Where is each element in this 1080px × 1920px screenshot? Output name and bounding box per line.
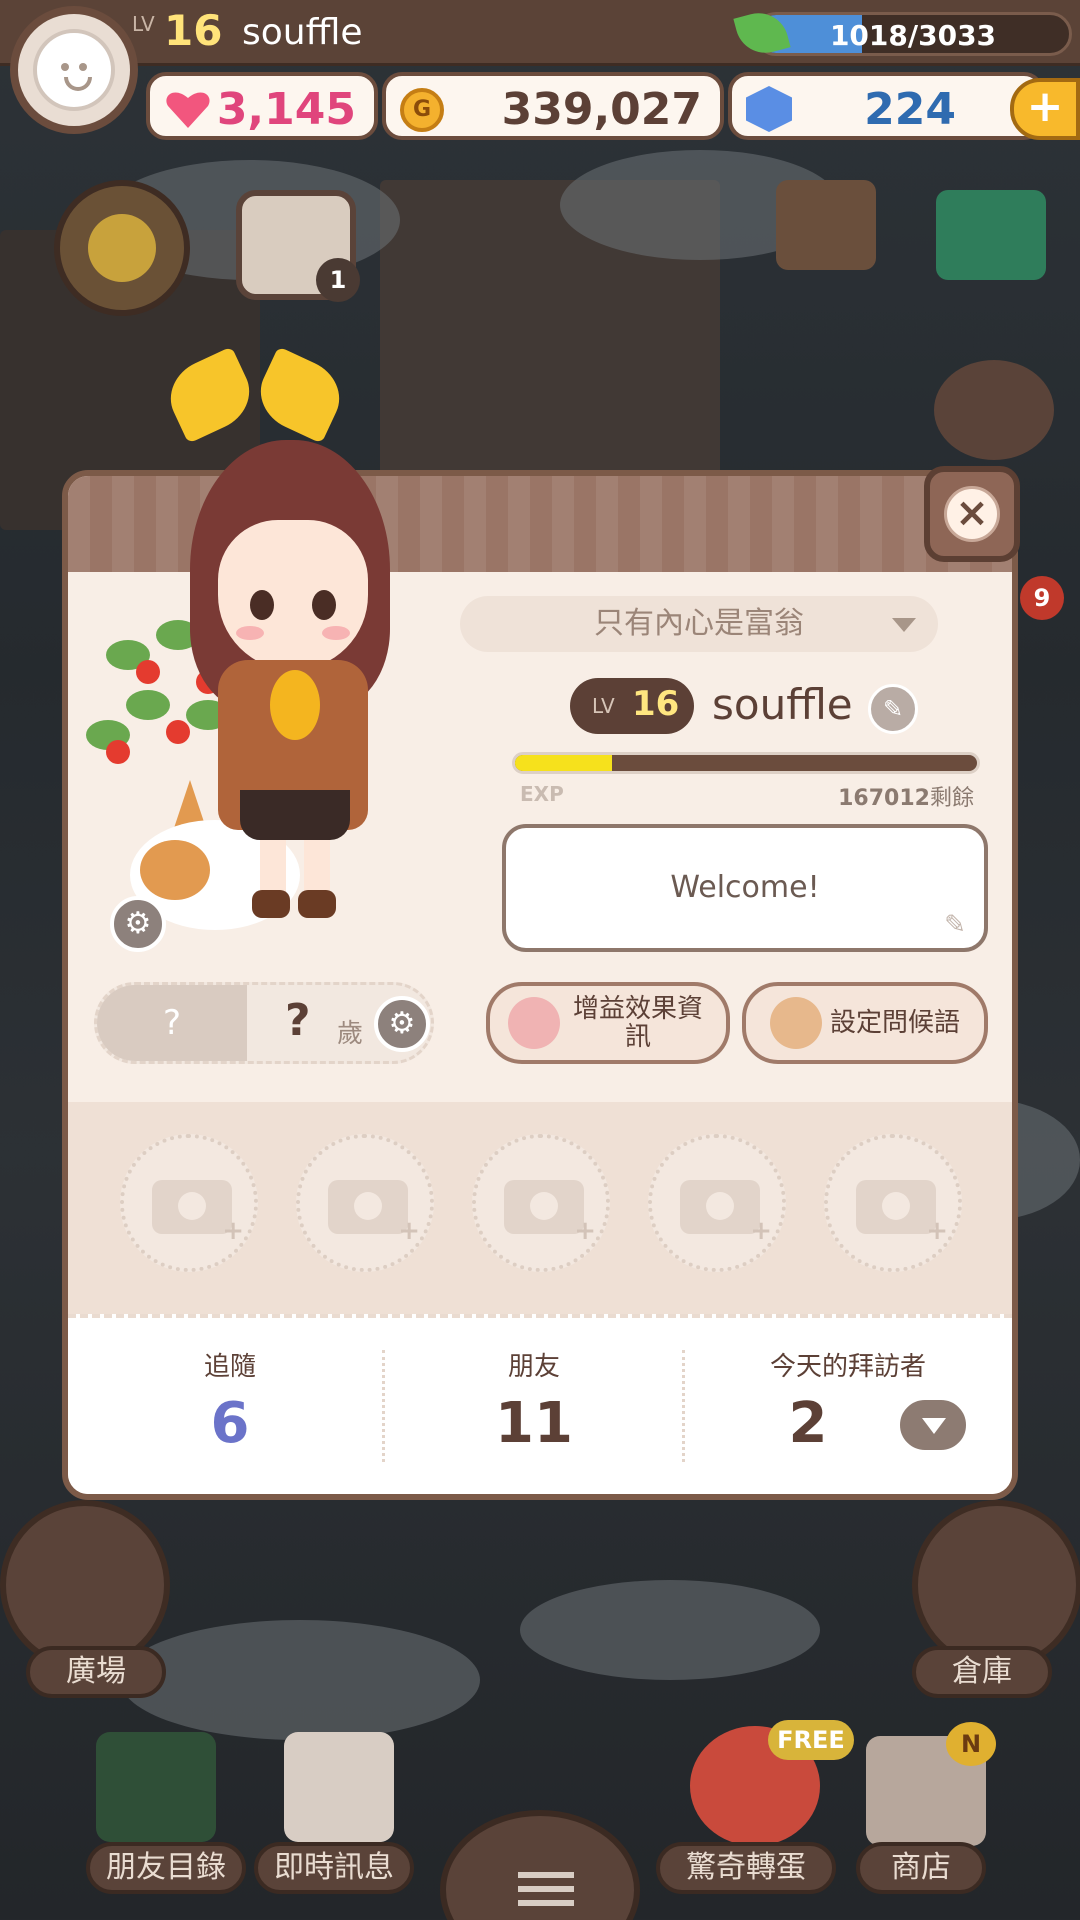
gear-icon: ⚙ [124, 906, 152, 941]
hud-player-name: souffle [242, 12, 363, 53]
wave-hand-icon [769, 997, 822, 1049]
gear-icon: ⚙ [388, 1006, 416, 1041]
exp-remaining: 167012剩餘 [838, 780, 974, 812]
hearts-value: 3,145 [216, 84, 356, 135]
friends-label: 朋友 [507, 1352, 560, 1382]
title-text: 只有內心是富翁 [594, 606, 804, 641]
menu-icon [518, 1872, 574, 1878]
camera-icon [152, 1180, 244, 1246]
avatar-face-icon [33, 29, 115, 111]
free-badge: FREE [768, 1720, 854, 1760]
gem-icon [746, 86, 792, 132]
photo-slot[interactable] [296, 1134, 434, 1272]
hud-level: 16 [164, 6, 223, 55]
profile-level-badge: LV 16 [570, 678, 694, 734]
exp-label: EXP [520, 782, 564, 806]
follow-label: 追隨 [203, 1352, 256, 1382]
exterior-edit-icon[interactable] [936, 190, 1046, 280]
coin-icon: G [400, 88, 444, 132]
new-badge: N [946, 1722, 996, 1766]
pencil-icon: ✎ [944, 910, 966, 940]
photo-slot[interactable] [824, 1134, 962, 1272]
calendar-badge: 1 [316, 258, 360, 302]
camera-icon [680, 1180, 772, 1246]
close-button[interactable]: × [924, 466, 1020, 562]
character-settings-button[interactable]: ⚙ [110, 896, 166, 952]
side-badge: 9 [1020, 576, 1064, 620]
friends-stat[interactable]: 朋友 11 [384, 1346, 684, 1456]
hearts-counter[interactable]: 3,145 [146, 72, 378, 140]
quest-note-icon[interactable] [934, 360, 1054, 460]
buff-info-button[interactable]: 增益效果資訊 [486, 982, 730, 1064]
profile-settings-button[interactable]: ⚙ [374, 996, 430, 1052]
player-character-illustration [90, 350, 470, 930]
close-icon: × [944, 486, 1000, 542]
photo-slot[interactable] [472, 1134, 610, 1272]
age-value: ? [285, 995, 311, 1046]
chevron-up-icon [88, 214, 156, 282]
buff-info-label: 增益效果資訊 [572, 994, 703, 1052]
profile-level-label: LV [592, 694, 615, 718]
exp-remaining-suffix: 剩餘 [929, 786, 974, 811]
friends-value: 11 [495, 1391, 573, 1456]
visitors-value: 2 [788, 1391, 828, 1456]
gems-value: 224 [864, 84, 956, 135]
add-gems-button[interactable]: + [1010, 78, 1080, 140]
camera-icon [504, 1180, 596, 1246]
interior-edit-icon[interactable] [776, 180, 876, 270]
coins-counter[interactable]: G 339,027 [382, 72, 724, 140]
profile-level: 16 [632, 684, 680, 724]
calendar-icon[interactable]: 1 [236, 190, 360, 302]
hud-exp-bar: 1018/3033 [754, 12, 1072, 56]
hud-level-label: LV [132, 12, 155, 36]
gender-icon: ? [97, 985, 247, 1061]
friend-list-label[interactable]: 朋友目錄 [86, 1842, 246, 1894]
message-icon [284, 1732, 394, 1842]
exp-remaining-value: 167012 [838, 786, 930, 811]
edit-name-button[interactable]: ✎ [868, 684, 918, 734]
profile-exp-fill [515, 755, 613, 771]
visitors-dropdown-button[interactable] [896, 1396, 970, 1454]
set-greeting-button[interactable]: 設定問候語 [742, 982, 988, 1064]
age-unit: 歲 [337, 1019, 364, 1049]
chevron-down-icon [892, 618, 916, 632]
friend-book-icon [96, 1732, 216, 1842]
buff-icon [508, 997, 560, 1049]
profile-name: souffle [712, 680, 853, 729]
photo-slot[interactable] [120, 1134, 258, 1272]
heart-icon [166, 90, 210, 128]
hud-exp-text: 1018/3033 [829, 19, 997, 52]
gems-counter[interactable]: 224 [728, 72, 1044, 140]
warehouse-button[interactable] [912, 1500, 1080, 1670]
follow-value: 6 [210, 1391, 250, 1456]
greeting-text: Welcome! [670, 870, 820, 905]
camera-icon [328, 1180, 420, 1246]
follow-stat[interactable]: 追隨 6 [80, 1346, 380, 1456]
title-dropdown[interactable]: 只有內心是富翁 [460, 596, 938, 652]
plaza-label[interactable]: 廣場 [26, 1646, 166, 1698]
visitors-label: 今天的拜訪者 [769, 1352, 926, 1382]
gacha-label[interactable]: 驚奇轉蛋 [656, 1842, 836, 1894]
camera-icon [856, 1180, 948, 1246]
photo-slot[interactable] [648, 1134, 786, 1272]
level-up-button[interactable] [54, 180, 190, 316]
plaza-button[interactable] [0, 1500, 170, 1670]
warehouse-label[interactable]: 倉庫 [912, 1646, 1052, 1698]
greeting-bubble[interactable]: Welcome! ✎ [502, 824, 988, 952]
pencil-icon: ✎ [882, 695, 904, 723]
player-avatar[interactable] [10, 6, 138, 134]
profile-exp-bar [512, 752, 980, 774]
message-label[interactable]: 即時訊息 [254, 1842, 414, 1894]
set-greeting-label: 設定問候語 [829, 1008, 960, 1038]
divider [682, 1350, 685, 1462]
coins-value: 339,027 [501, 84, 702, 135]
shop-label[interactable]: 商店 [856, 1842, 986, 1894]
gender-mark: ? [162, 1003, 182, 1043]
